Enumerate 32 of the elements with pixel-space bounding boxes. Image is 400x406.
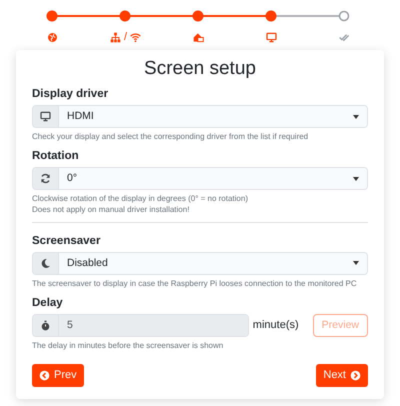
step-connector xyxy=(203,15,266,17)
step-dot[interactable] xyxy=(46,10,58,22)
field-label: Display driver xyxy=(32,86,110,102)
chevron-left-icon xyxy=(39,370,50,381)
wifi-icon xyxy=(130,32,142,42)
help-text: The screensaver to display in case the Raspberry Pi looses connection to the monitored PC xyxy=(32,278,358,290)
double-check-icon xyxy=(339,32,350,42)
step-connector xyxy=(130,15,193,17)
field-label: Rotation xyxy=(32,148,80,164)
help-text: Check your display and select the corresponding driver from the list if required xyxy=(32,132,310,143)
globe-icon xyxy=(47,32,58,42)
separator-text: / xyxy=(124,32,128,42)
step-dot[interactable] xyxy=(120,10,130,22)
step-dot[interactable] xyxy=(266,10,276,22)
step-connector xyxy=(57,15,120,17)
preview-button: Preview xyxy=(312,314,368,337)
chevron-right-icon xyxy=(350,370,361,381)
next-button[interactable]: Next xyxy=(316,364,368,387)
step-dot[interactable] xyxy=(338,10,350,22)
field-label: Delay xyxy=(32,296,64,311)
help-text: Does not apply on manual driver installation! xyxy=(32,204,190,216)
monitor-icon xyxy=(266,32,277,42)
unit-label: minute(s) xyxy=(252,318,299,334)
field-label: Screensaver xyxy=(32,234,102,249)
help-text: Clockwise rotation of the display in degrees (0° = no rotation) xyxy=(32,194,249,205)
prev-button[interactable]: Prev xyxy=(32,364,84,387)
page-title: Screen setup xyxy=(143,58,257,81)
network-icon xyxy=(110,32,121,42)
house-icon xyxy=(193,32,204,42)
help-text: The delay in minutes before the screensaver is shown xyxy=(32,340,224,352)
step-connector xyxy=(276,15,339,17)
step-dot[interactable] xyxy=(192,10,204,22)
